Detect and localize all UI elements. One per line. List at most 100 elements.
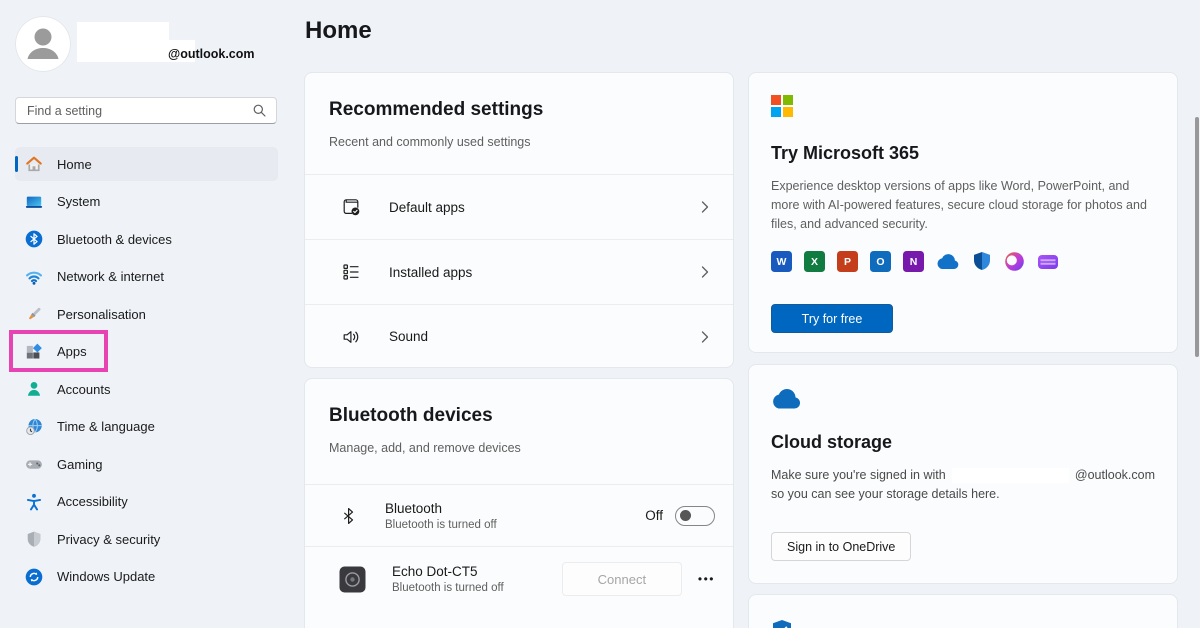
main-column: Recommended settings Recent and commonly… xyxy=(304,72,734,628)
microsoft-logo-icon xyxy=(771,95,1155,117)
try-for-free-button[interactable]: Try for free xyxy=(771,304,893,333)
scrollbar-thumb[interactable] xyxy=(1195,117,1199,357)
security-card xyxy=(748,594,1178,628)
sidebar-item-accessibility[interactable]: Accessibility xyxy=(15,485,278,519)
bluetooth-glyph-icon xyxy=(339,506,359,526)
clipchamp-icon xyxy=(1037,253,1059,271)
powerpoint-icon: P xyxy=(837,251,858,272)
sidebar-item-network-internet[interactable]: Network & internet xyxy=(15,260,278,294)
onedrive-cloud-icon xyxy=(771,389,1155,410)
device-row: Echo Dot-CT5 Bluetooth is turned off Con… xyxy=(305,546,733,611)
cloud-storage-title: Cloud storage xyxy=(771,432,1155,453)
cloud-body-line1: Make sure you're signed in with @outlook… xyxy=(771,466,1155,485)
system-icon xyxy=(25,193,43,211)
sidebar-item-label: Privacy & security xyxy=(57,532,160,547)
person-icon xyxy=(15,16,71,72)
installed-apps-row[interactable]: Installed apps xyxy=(305,239,733,304)
sidebar-item-system[interactable]: System xyxy=(15,185,278,219)
right-column: Try Microsoft 365 Experience desktop ver… xyxy=(748,72,1178,628)
sidebar-item-label: Personalisation xyxy=(57,307,146,322)
network-icon xyxy=(25,268,43,286)
copilot-icon xyxy=(1004,251,1025,272)
shield-check-icon xyxy=(771,619,1155,628)
search-box[interactable] xyxy=(15,97,277,124)
cloud-body-email: @outlook.com xyxy=(1075,466,1155,485)
privacy-security-icon xyxy=(25,530,43,548)
m365-card: Try Microsoft 365 Experience desktop ver… xyxy=(748,72,1178,353)
card-subtitle: Recent and commonly used settings xyxy=(329,135,709,149)
sound-icon xyxy=(341,327,361,347)
chevron-right-icon xyxy=(699,266,711,278)
bluetooth-status: Bluetooth is turned off xyxy=(385,519,497,531)
bluetooth-devices-card: Bluetooth devices Manage, add, and remov… xyxy=(304,378,734,628)
row-label: Installed apps xyxy=(389,265,472,280)
sidebar-item-home[interactable]: Home xyxy=(15,147,278,181)
device-name: Echo Dot-CT5 xyxy=(392,564,504,579)
sidebar-item-label: Apps xyxy=(57,344,87,359)
search-icon[interactable] xyxy=(253,104,266,117)
search-input[interactable] xyxy=(16,104,253,118)
sign-in-onedrive-button[interactable]: Sign in to OneDrive xyxy=(771,532,911,561)
default-apps-row[interactable]: Default apps xyxy=(305,174,733,239)
redacted-email-name xyxy=(952,468,1069,483)
sidebar-item-label: Accounts xyxy=(57,382,110,397)
bluetooth-label: Bluetooth xyxy=(385,501,497,516)
bluetooth-texts: Bluetooth Bluetooth is turned off xyxy=(385,501,497,531)
onedrive-icon xyxy=(936,254,960,270)
sound-row[interactable]: Sound xyxy=(305,304,733,368)
gaming-icon xyxy=(25,455,43,473)
sidebar-item-label: Network & internet xyxy=(57,269,164,284)
sidebar-item-label: Windows Update xyxy=(57,569,155,584)
connect-button[interactable]: Connect xyxy=(562,562,682,596)
excel-icon: X xyxy=(804,251,825,272)
windows-update-icon xyxy=(25,568,43,586)
sidebar-item-accounts[interactable]: Accounts xyxy=(15,372,278,406)
cloud-storage-card: Cloud storage Make sure you're signed in… xyxy=(748,364,1178,584)
home-icon xyxy=(25,155,43,173)
bluetooth-toggle[interactable] xyxy=(675,506,715,526)
m365-title: Try Microsoft 365 xyxy=(771,143,1155,164)
recommended-settings-card: Recommended settings Recent and commonly… xyxy=(304,72,734,368)
sidebar-item-time-language[interactable]: Time & language xyxy=(15,410,278,444)
accessibility-icon xyxy=(25,493,43,511)
sidebar-item-label: Gaming xyxy=(57,457,103,472)
card-subtitle: Manage, add, and remove devices xyxy=(329,441,709,455)
bluetooth-devices-header: Bluetooth devices Manage, add, and remov… xyxy=(305,379,733,484)
sidebar-item-apps[interactable]: Apps xyxy=(15,335,278,369)
sidebar-item-personalisation[interactable]: Personalisation xyxy=(15,297,278,331)
toggle-state-label: Off xyxy=(645,508,663,523)
sidebar-item-gaming[interactable]: Gaming xyxy=(15,447,278,481)
onenote-icon: N xyxy=(903,251,924,272)
cloud-body-prefix: Make sure you're signed in with xyxy=(771,466,946,485)
m365-app-icons: W X P O N xyxy=(771,251,1155,272)
account-email: @outlook.com xyxy=(168,47,255,61)
sidebar-item-label: Bluetooth & devices xyxy=(57,232,172,247)
row-label: Sound xyxy=(389,329,428,344)
device-texts: Echo Dot-CT5 Bluetooth is turned off xyxy=(392,564,504,594)
more-options-button[interactable]: ••• xyxy=(698,572,715,586)
bluetooth-icon xyxy=(25,230,43,248)
page-title: Home xyxy=(305,17,372,45)
time-language-icon xyxy=(25,418,43,436)
bluetooth-toggle-row: Bluetooth Bluetooth is turned off Off xyxy=(305,484,733,546)
sidebar-item-privacy-security[interactable]: Privacy & security xyxy=(15,522,278,556)
sidebar: @outlook.com Home xyxy=(0,0,290,628)
avatar[interactable] xyxy=(15,16,71,72)
apps-icon xyxy=(25,343,43,361)
sidebar-item-label: Time & language xyxy=(57,419,155,434)
sidebar-item-bluetooth-devices[interactable]: Bluetooth & devices xyxy=(15,222,278,256)
installed-apps-icon xyxy=(341,262,361,282)
m365-body: Experience desktop versions of apps like… xyxy=(771,177,1155,234)
device-status: Bluetooth is turned off xyxy=(392,582,504,594)
toggle-knob xyxy=(680,510,691,521)
sidebar-item-windows-update[interactable]: Windows Update xyxy=(15,560,278,594)
cloud-body-line2: so you can see your storage details here… xyxy=(771,485,1155,504)
row-label: Default apps xyxy=(389,200,465,215)
accounts-icon xyxy=(25,380,43,398)
cloud-storage-body: Make sure you're signed in with @outlook… xyxy=(771,466,1155,504)
chevron-right-icon xyxy=(699,201,711,213)
sidebar-item-label: System xyxy=(57,194,100,209)
selected-indicator xyxy=(15,156,18,172)
defender-icon xyxy=(972,251,992,272)
chevron-right-icon xyxy=(699,331,711,343)
